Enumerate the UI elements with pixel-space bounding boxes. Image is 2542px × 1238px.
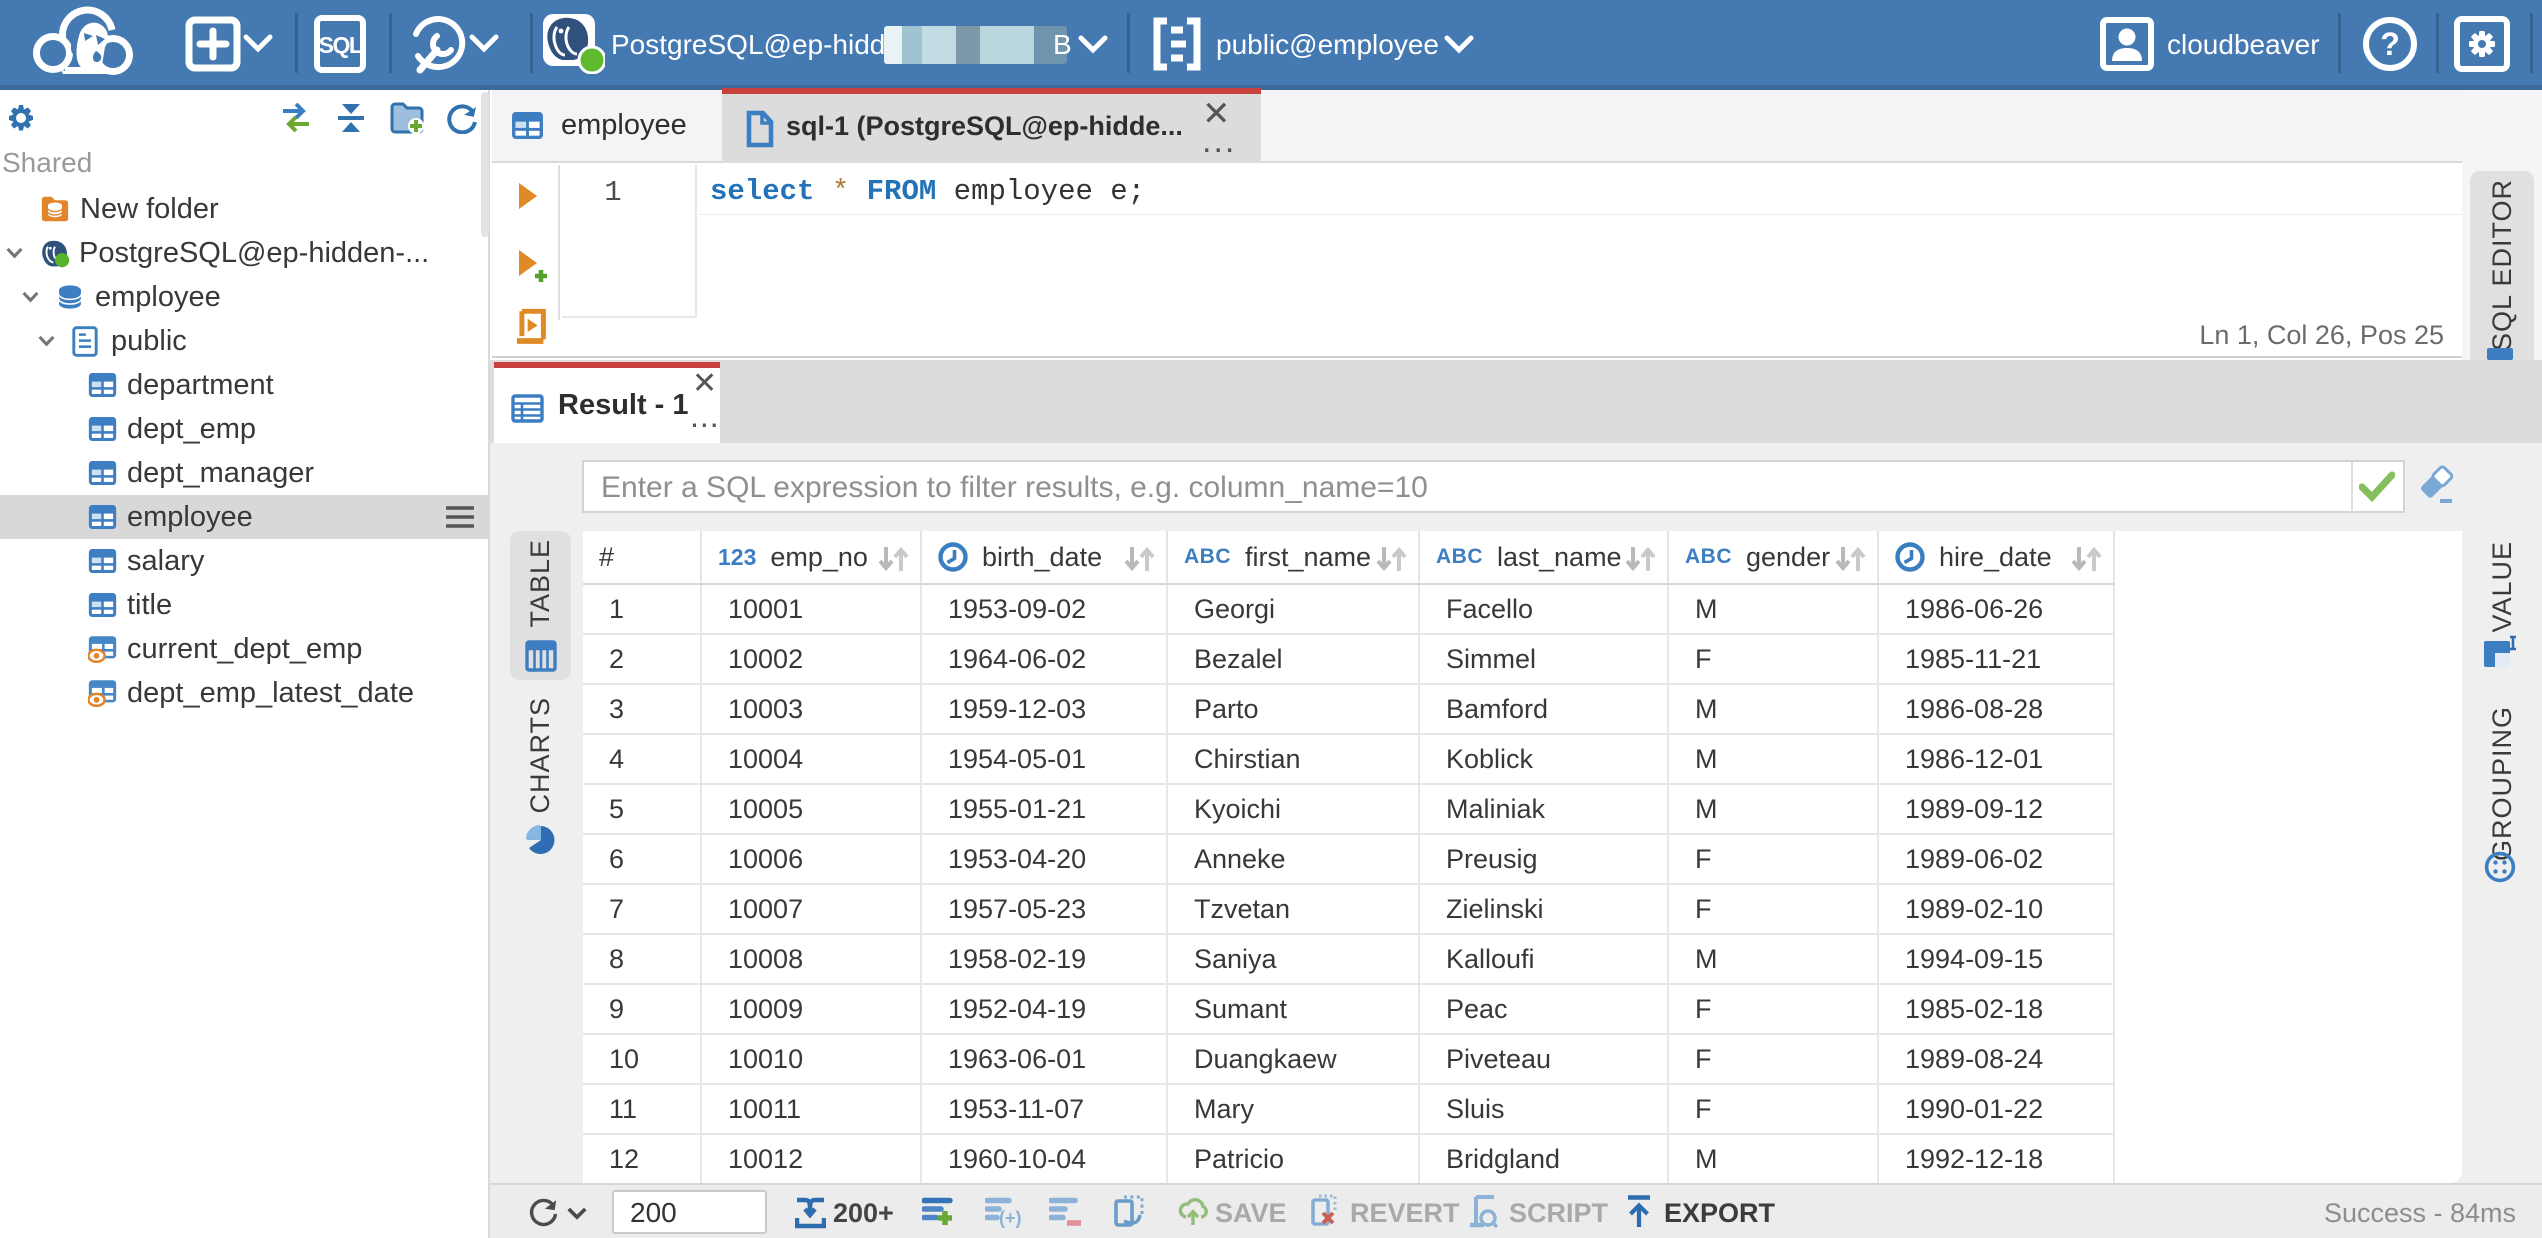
svg-text:?: ? <box>2380 26 2400 62</box>
svg-text:(+): (+) <box>999 1208 1021 1228</box>
svg-text:SQL: SQL <box>319 32 363 58</box>
